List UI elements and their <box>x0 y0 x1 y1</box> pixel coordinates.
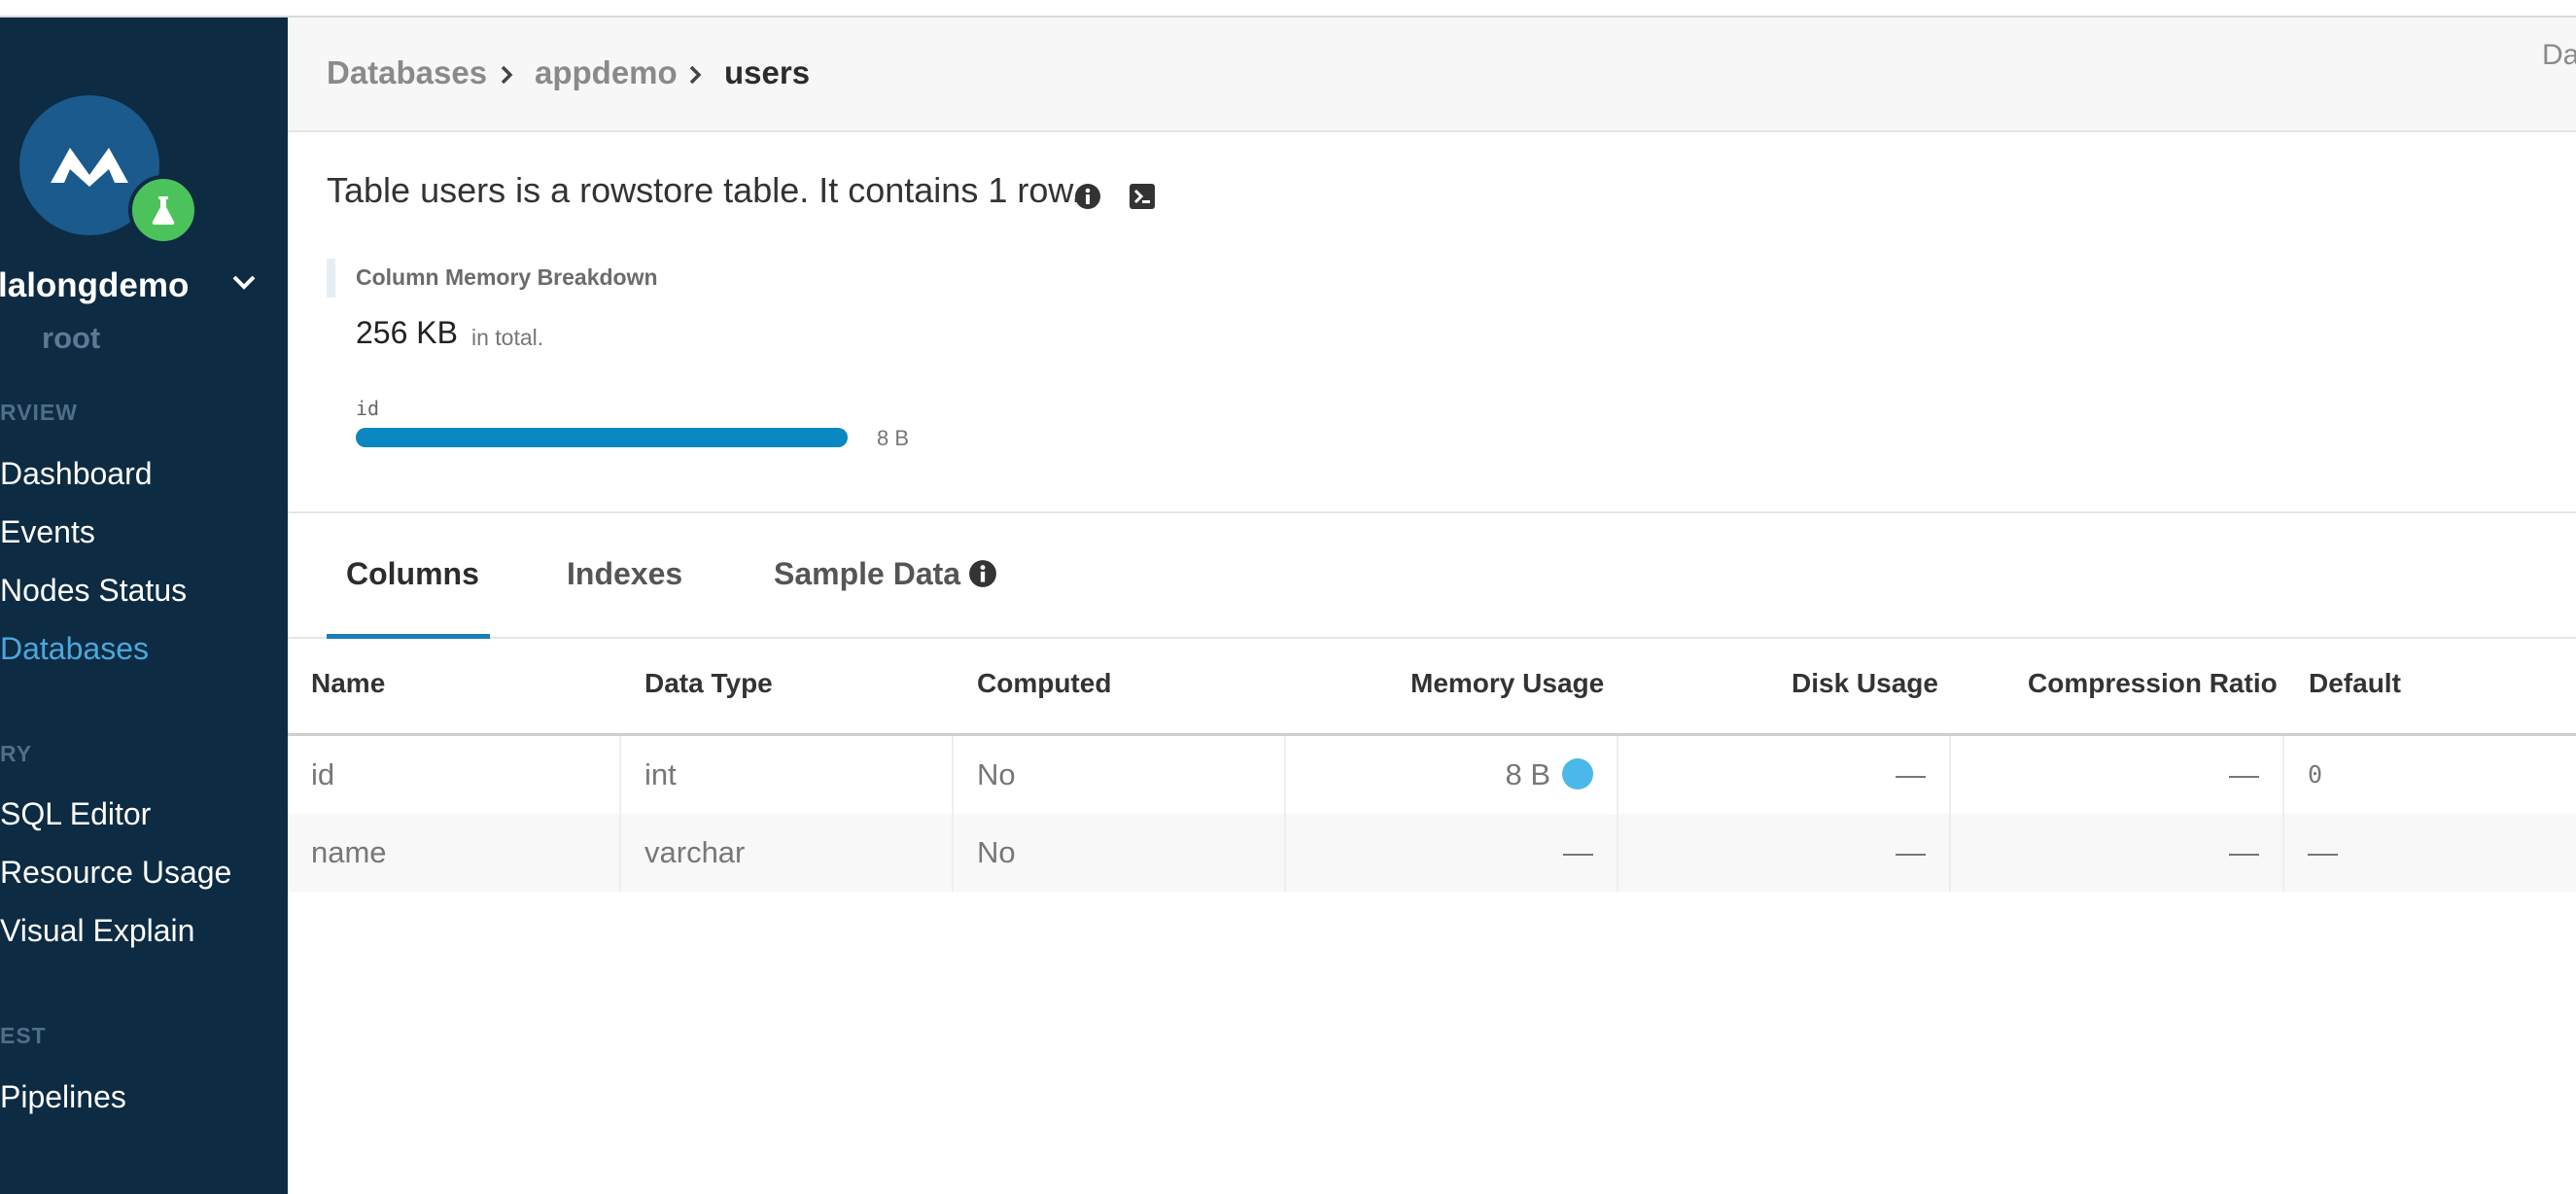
memsql-logo-icon <box>51 148 128 187</box>
top-edge <box>0 0 2576 18</box>
cell-computed: No <box>954 736 1286 814</box>
cell-computed: No <box>954 814 1286 892</box>
sidebar: lalongdemo root RVIEW Dashboard Events N… <box>0 18 288 1194</box>
user-name: root <box>42 321 101 355</box>
cell-disk-usage: — <box>1619 814 1951 892</box>
breakdown-title: Column Memory Breakdown <box>356 264 658 290</box>
column-header-memory-usage[interactable]: Memory Usage <box>1410 668 1604 699</box>
breadcrumb: Databases appdemo users <box>288 18 2576 132</box>
total-memory: 256 KB <box>356 315 458 350</box>
cell-disk-usage: — <box>1619 736 1951 814</box>
sidebar-item-nodes-status[interactable]: Nodes Status <box>0 573 187 609</box>
table-row[interactable]: name varchar No — — — — <box>288 814 2576 892</box>
tab-columns[interactable]: Columns <box>346 556 479 592</box>
flask-badge <box>128 175 198 245</box>
memory-bar-fill <box>356 428 848 447</box>
column-header-computed[interactable]: Computed <box>977 668 1111 699</box>
memory-usage-dot <box>1562 757 1593 790</box>
column-header-name[interactable]: Name <box>311 668 385 699</box>
memory-bar-label: id <box>356 397 380 420</box>
breadcrumb-databases[interactable]: Databases <box>327 54 487 91</box>
cell-default: 0 <box>2308 760 2323 789</box>
sidebar-item-events[interactable]: Events <box>0 514 95 550</box>
breadcrumb-users: users <box>724 54 811 90</box>
section-label-overview: RVIEW <box>0 400 78 425</box>
sidebar-item-resource-usage[interactable]: Resource Usage <box>0 855 231 891</box>
cell-compression-ratio: — <box>1951 736 2284 814</box>
sidebar-item-visual-explain[interactable]: Visual Explain <box>0 913 194 949</box>
memory-usage-value: 8 B <box>1505 757 1550 791</box>
info-icon[interactable] <box>1074 183 1101 210</box>
cell-data-type: varchar <box>621 814 954 892</box>
cell-memory-usage: 8 B <box>1286 736 1619 814</box>
column-header-disk-usage[interactable]: Disk Usage <box>1792 668 1938 699</box>
cell-memory-usage: — <box>1286 814 1619 892</box>
sidebar-item-dashboard[interactable]: Dashboard <box>0 456 153 492</box>
total-memory-suffix: in total. <box>471 325 544 350</box>
cell-compression-ratio: — <box>1951 814 2284 892</box>
sidebar-item-pipelines[interactable]: Pipelines <box>0 1079 126 1115</box>
cluster-name[interactable]: lalongdemo <box>0 266 189 305</box>
tab-indexes[interactable]: Indexes <box>567 556 682 592</box>
chevron-right-icon <box>689 65 702 85</box>
memory-bar-value: 8 B <box>877 426 910 450</box>
column-header-default[interactable]: Default <box>2309 668 2401 699</box>
header-right-link[interactable]: Da <box>2542 39 2576 72</box>
section-label-query: RY <box>0 741 33 766</box>
chevron-right-icon <box>501 65 513 85</box>
cell-default: — <box>2308 835 2338 869</box>
sidebar-item-sql-editor[interactable]: SQL Editor <box>0 796 151 832</box>
active-tab-indicator <box>327 634 490 639</box>
section-label-ingest: EST <box>0 1023 47 1048</box>
breadcrumb-appdemo[interactable]: appdemo <box>535 54 678 91</box>
cell-name: name <box>288 814 621 892</box>
sidebar-item-databases[interactable]: Databases <box>0 631 149 667</box>
column-header-compression-ratio[interactable]: Compression Ratio <box>2028 668 2278 699</box>
cell-name: id <box>288 736 621 814</box>
table-row[interactable]: id int No 8 B — — 0 <box>288 736 2576 814</box>
breakdown-accent <box>327 259 335 298</box>
table-summary: Table users is a rowstore table. It cont… <box>327 170 1082 210</box>
terminal-icon[interactable] <box>1130 184 1155 209</box>
flask-icon <box>152 196 175 225</box>
cell-data-type: int <box>621 736 954 814</box>
tabs-border <box>288 637 2576 639</box>
chevron-down-icon[interactable] <box>231 274 257 292</box>
info-icon[interactable] <box>968 559 997 588</box>
tab-sample-data[interactable]: Sample Data <box>774 556 960 592</box>
section-divider <box>288 511 2576 513</box>
column-header-data-type[interactable]: Data Type <box>644 668 773 699</box>
memory-bar <box>356 428 848 447</box>
